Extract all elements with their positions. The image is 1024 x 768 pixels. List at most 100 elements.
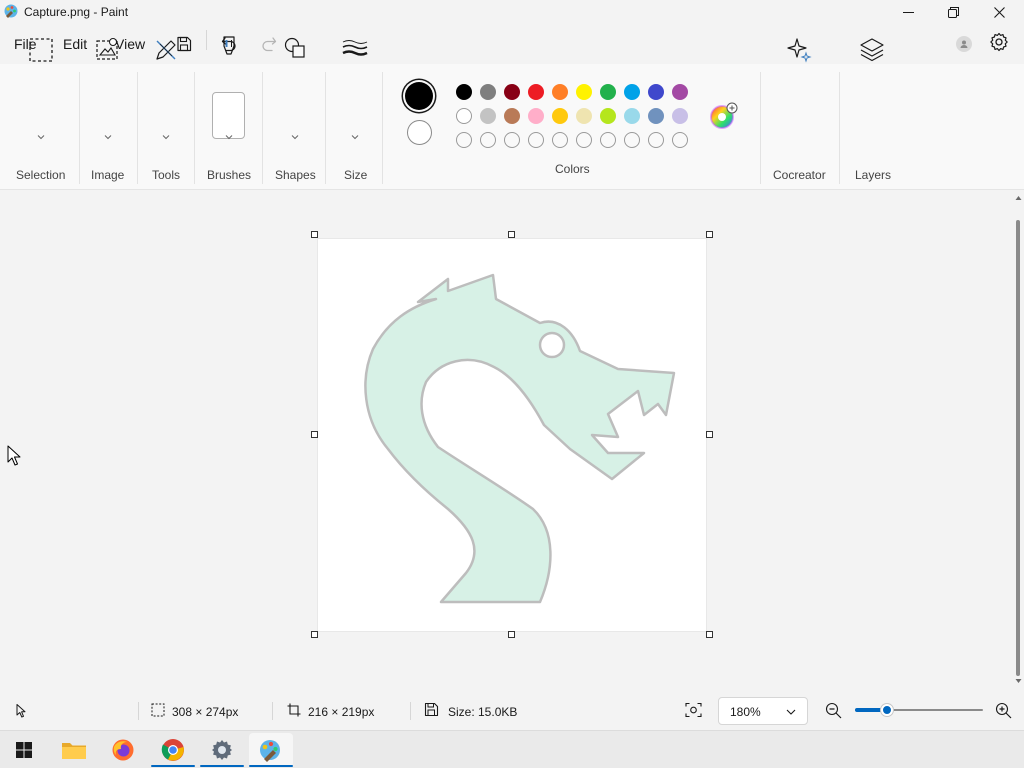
chevron-down-icon <box>162 135 170 140</box>
taskbar <box>0 730 1024 768</box>
color-swatch[interactable] <box>504 84 520 100</box>
chevron-down-icon <box>104 135 112 140</box>
sparkle-icon <box>787 38 812 63</box>
color-swatch[interactable] <box>528 84 544 100</box>
restore-icon <box>947 6 959 18</box>
resize-handle-bottom[interactable] <box>508 631 515 638</box>
image-icon <box>96 38 118 60</box>
custom-color-slot[interactable] <box>480 132 496 148</box>
custom-color-slot[interactable] <box>552 132 568 148</box>
layers-group[interactable]: Layers <box>840 6 904 182</box>
secondary-color-swatch[interactable] <box>407 120 432 145</box>
resize-handle-left[interactable] <box>311 431 318 438</box>
settings-gear-icon[interactable] <box>988 31 1010 53</box>
close-button[interactable] <box>976 0 1022 24</box>
scrollbar-thumb[interactable] <box>1016 220 1020 676</box>
zoom-slider-thumb[interactable] <box>881 704 893 716</box>
resize-handle-bottom-left[interactable] <box>311 631 318 638</box>
tools-group[interactable]: Tools <box>138 6 194 182</box>
color-swatch[interactable] <box>552 108 568 124</box>
resize-handle-top[interactable] <box>508 231 515 238</box>
color-swatch[interactable] <box>480 108 496 124</box>
mouse-cursor-icon <box>7 445 21 466</box>
color-swatch[interactable] <box>528 108 544 124</box>
pointer-position-icon <box>16 704 26 718</box>
custom-color-slot[interactable] <box>624 132 640 148</box>
colors-label: Colors <box>555 162 590 176</box>
selection-size-icon <box>151 703 165 717</box>
cocreator-group[interactable]: Cocreator <box>761 6 839 182</box>
resize-handle-right[interactable] <box>706 431 713 438</box>
color-swatch[interactable] <box>456 84 472 100</box>
shapes-group[interactable]: Shapes <box>263 6 326 182</box>
folder-icon <box>62 743 86 759</box>
drawing-canvas[interactable] <box>317 238 707 632</box>
custom-color-slot[interactable] <box>672 132 688 148</box>
taskbar-firefox[interactable] <box>101 733 145 767</box>
status-divider <box>138 702 139 720</box>
paint-taskbar-icon <box>260 740 280 762</box>
dragon-eye <box>538 331 566 359</box>
status-divider <box>272 702 273 720</box>
color-swatch[interactable] <box>576 108 592 124</box>
ribbon-divider <box>382 72 383 184</box>
color-swatch[interactable] <box>480 84 496 100</box>
resize-handle-top-left[interactable] <box>311 231 318 238</box>
cocreator-label: Cocreator <box>773 168 826 182</box>
primary-color-swatch[interactable] <box>405 82 433 110</box>
chevron-down-icon <box>786 709 796 715</box>
close-icon <box>993 6 1005 18</box>
custom-color-slot[interactable] <box>528 132 544 148</box>
color-swatch[interactable] <box>552 84 568 100</box>
resize-handle-top-right[interactable] <box>706 231 713 238</box>
minimize-icon <box>902 11 914 13</box>
status-bar: 308 × 274px 216 × 219px Size: 15.0KB 180… <box>0 690 1024 730</box>
pencil-tools-icon <box>156 40 176 60</box>
zoom-dropdown[interactable]: 180% <box>718 697 808 725</box>
custom-color-slot[interactable] <box>600 132 616 148</box>
color-swatch[interactable] <box>600 108 616 124</box>
custom-color-slot[interactable] <box>456 132 472 148</box>
color-swatch[interactable] <box>672 108 688 124</box>
image-group[interactable]: Image <box>80 6 137 182</box>
custom-color-slot[interactable] <box>504 132 520 148</box>
color-swatch[interactable] <box>624 108 640 124</box>
color-swatch[interactable] <box>624 84 640 100</box>
brushes-label: Brushes <box>207 168 252 182</box>
color-swatch[interactable] <box>576 84 592 100</box>
size-group[interactable]: Size <box>326 6 382 182</box>
brushes-group[interactable]: Brushes <box>195 6 262 182</box>
color-swatch[interactable] <box>504 108 520 124</box>
color-swatch[interactable] <box>456 108 472 124</box>
canvas-size-icon <box>287 703 301 717</box>
status-divider <box>410 702 411 720</box>
resize-handle-bottom-right[interactable] <box>706 631 713 638</box>
custom-color-slot[interactable] <box>576 132 592 148</box>
color-swatch[interactable] <box>672 84 688 100</box>
restore-button[interactable] <box>930 0 976 24</box>
settings-app-icon <box>212 740 232 760</box>
taskbar-chrome[interactable] <box>151 733 195 767</box>
selection-label: Selection <box>16 168 66 182</box>
color-swatch[interactable] <box>648 84 664 100</box>
file-size-text: Size: 15.0KB <box>448 705 518 719</box>
color-swatch[interactable] <box>600 84 616 100</box>
start-button[interactable] <box>2 733 46 767</box>
selection-size-text: 308 × 274px <box>172 705 239 719</box>
profile-avatar[interactable] <box>956 36 972 52</box>
taskbar-file-explorer[interactable] <box>52 733 96 767</box>
taskbar-settings[interactable] <box>200 733 244 767</box>
scroll-up-icon[interactable] <box>1015 195 1022 201</box>
color-wheel-icon[interactable] <box>709 101 739 131</box>
selection-group[interactable]: Selection <box>0 6 80 182</box>
zoom-in-icon[interactable] <box>995 702 1012 719</box>
fit-to-window-icon[interactable] <box>685 702 702 718</box>
color-swatch[interactable] <box>648 108 664 124</box>
scroll-down-icon[interactable] <box>1015 678 1022 684</box>
custom-color-slot[interactable] <box>648 132 664 148</box>
brush-icon <box>223 36 235 55</box>
chrome-icon <box>161 739 184 761</box>
taskbar-paint[interactable] <box>249 733 293 767</box>
shapes-icon <box>284 37 305 58</box>
zoom-out-icon[interactable] <box>825 702 842 719</box>
